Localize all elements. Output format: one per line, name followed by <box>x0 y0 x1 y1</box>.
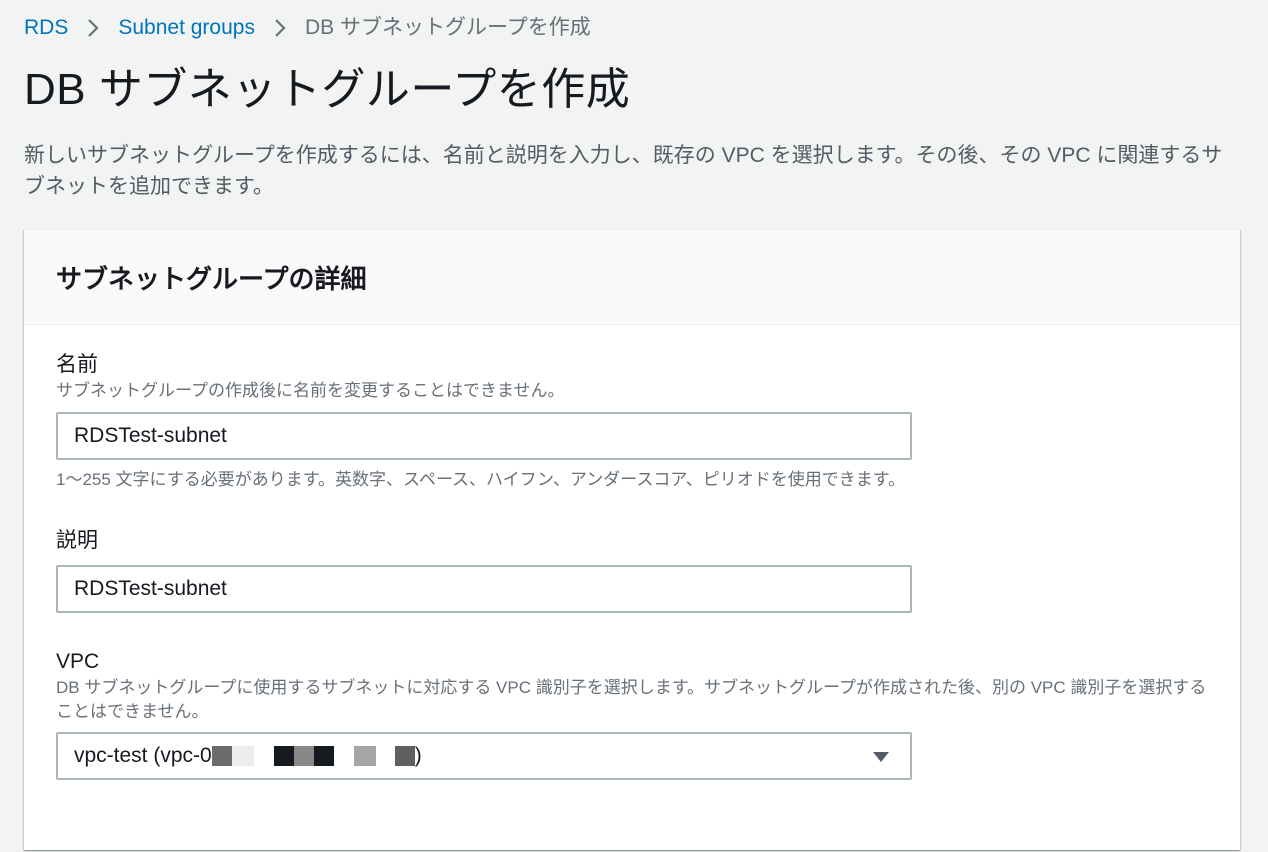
description-input[interactable] <box>56 565 912 613</box>
vpc-selected-prefix: vpc-test (vpc-0 <box>74 744 212 767</box>
vpc-label: VPC <box>56 650 100 673</box>
description-field-group: 説明 <box>56 527 912 613</box>
panel-title: サブネットグループの詳細 <box>56 263 367 294</box>
page-title: DB サブネットグループを作成 <box>24 65 631 114</box>
caret-down-icon <box>872 750 890 769</box>
breadcrumb-link-rds[interactable]: RDS <box>24 12 68 44</box>
name-constraint-text: 1〜255 文字にする必要があります。英数字、スペース、ハイフン、アンダースコア… <box>56 470 906 489</box>
name-label: 名前 <box>56 353 98 376</box>
breadcrumb: RDS Subnet groups DB サブネットグループを作成 <box>24 12 591 44</box>
chevron-right-icon <box>255 17 305 39</box>
name-description: サブネットグループの作成後に名前を変更することはできません。 <box>56 381 565 400</box>
breadcrumb-link-subnet-groups[interactable]: Subnet groups <box>118 12 255 44</box>
chevron-right-icon <box>68 17 118 39</box>
name-field-group: 名前 サブネットグループの作成後に名前を変更することはできません。 1〜255 … <box>56 351 912 492</box>
name-input[interactable] <box>56 412 912 460</box>
page-description: 新しいサブネットグループを作成するには、名前と説明を入力し、既存の VPC を選… <box>24 144 1223 198</box>
redacted-id-block <box>211 746 415 766</box>
description-label: 説明 <box>56 529 98 552</box>
vpc-selected-suffix: ) <box>414 744 422 767</box>
vpc-description: DB サブネットグループに使用するサブネットに対応する VPC 識別子を選択しま… <box>56 678 1207 721</box>
panel-header: サブネットグループの詳細 <box>24 230 1240 325</box>
vpc-selected-value: vpc-test (vpc-0 ) <box>74 744 422 768</box>
subnet-group-details-panel: サブネットグループの詳細 名前 サブネットグループの作成後に名前を変更することは… <box>24 229 1240 850</box>
vpc-field-group: VPC DB サブネットグループに使用するサブネットに対応する VPC 識別子を… <box>56 648 1216 780</box>
breadcrumb-current: DB サブネットグループを作成 <box>304 16 591 39</box>
vpc-select[interactable]: vpc-test (vpc-0 ) <box>56 732 912 780</box>
